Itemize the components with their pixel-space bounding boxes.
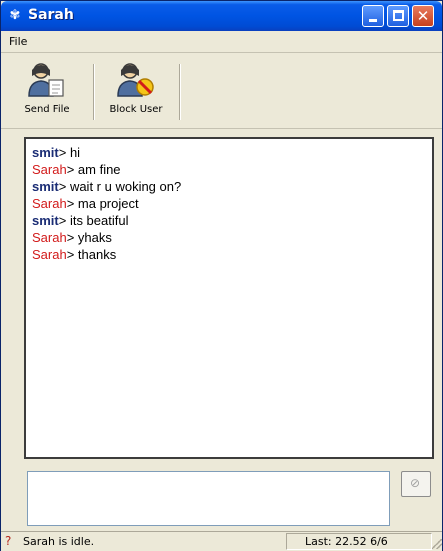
toolbar-separator <box>179 64 181 120</box>
message-sender: smit <box>32 145 59 160</box>
minimize-icon <box>369 19 377 22</box>
message-text: > hi <box>58 145 81 160</box>
idle-status-icon: ? <box>5 534 12 548</box>
minimize-button[interactable] <box>362 5 384 27</box>
title-bar[interactable]: ✾ Sarah ✕ <box>1 1 442 31</box>
message-text: > wait r u woking on? <box>58 179 182 194</box>
last-message-time: Last: 22.52 6/6 <box>305 535 388 548</box>
chat-message: Sarah> ma project <box>32 195 426 212</box>
message-sender: Sarah <box>32 196 67 211</box>
user-icon: ✾ <box>9 8 21 23</box>
chat-message: Sarah> thanks <box>32 246 426 263</box>
resize-grip[interactable] <box>432 539 442 549</box>
message-sender: Sarah <box>32 230 67 245</box>
message-input[interactable] <box>27 471 390 526</box>
toolbar: Send File Block User <box>1 54 442 129</box>
chat-message: Sarah> yhaks <box>32 229 426 246</box>
message-sender: smit <box>32 213 59 228</box>
menu-bar: File <box>1 31 442 53</box>
block-user-icon <box>117 63 154 97</box>
maximize-icon <box>393 10 404 21</box>
status-panel: Last: 22.52 6/6 <box>286 533 432 550</box>
block-user-button[interactable]: Block User <box>97 62 175 124</box>
send-icon: ⊘ <box>410 476 421 490</box>
chat-message: smit> wait r u woking on? <box>32 178 426 195</box>
chat-message: smit> hi <box>32 144 426 161</box>
message-text: > ma project <box>66 196 139 211</box>
chat-log[interactable]: smit> hi Sarah> am fine smit> wait r u wok… <box>24 137 434 459</box>
chat-window: ✾ Sarah ✕ File Send File Block User smit… <box>0 0 443 551</box>
send-button[interactable]: ⊘ <box>401 471 431 497</box>
close-button[interactable]: ✕ <box>412 5 434 27</box>
maximize-button[interactable] <box>387 5 409 27</box>
send-file-label: Send File <box>24 104 70 115</box>
message-sender: Sarah <box>32 162 67 177</box>
toolbar-separator <box>93 64 95 120</box>
message-text: > thanks <box>66 247 117 262</box>
message-sender: smit <box>32 179 59 194</box>
message-text: > its beatiful <box>58 213 129 228</box>
status-bar: ? Sarah is idle. Last: 22.52 6/6 <box>1 531 442 551</box>
message-text: > yhaks <box>66 230 112 245</box>
menu-file[interactable]: File <box>9 35 27 48</box>
window-title: Sarah <box>28 7 74 23</box>
status-text: Sarah is idle. <box>23 535 95 548</box>
chat-message: Sarah> am fine <box>32 161 426 178</box>
message-sender: Sarah <box>32 247 67 262</box>
block-user-label: Block User <box>109 104 163 115</box>
send-file-icon <box>28 63 64 97</box>
close-icon: ✕ <box>416 7 430 25</box>
send-file-button[interactable]: Send File <box>5 62 89 124</box>
chat-message: smit> its beatiful <box>32 212 426 229</box>
message-text: > am fine <box>66 162 121 177</box>
